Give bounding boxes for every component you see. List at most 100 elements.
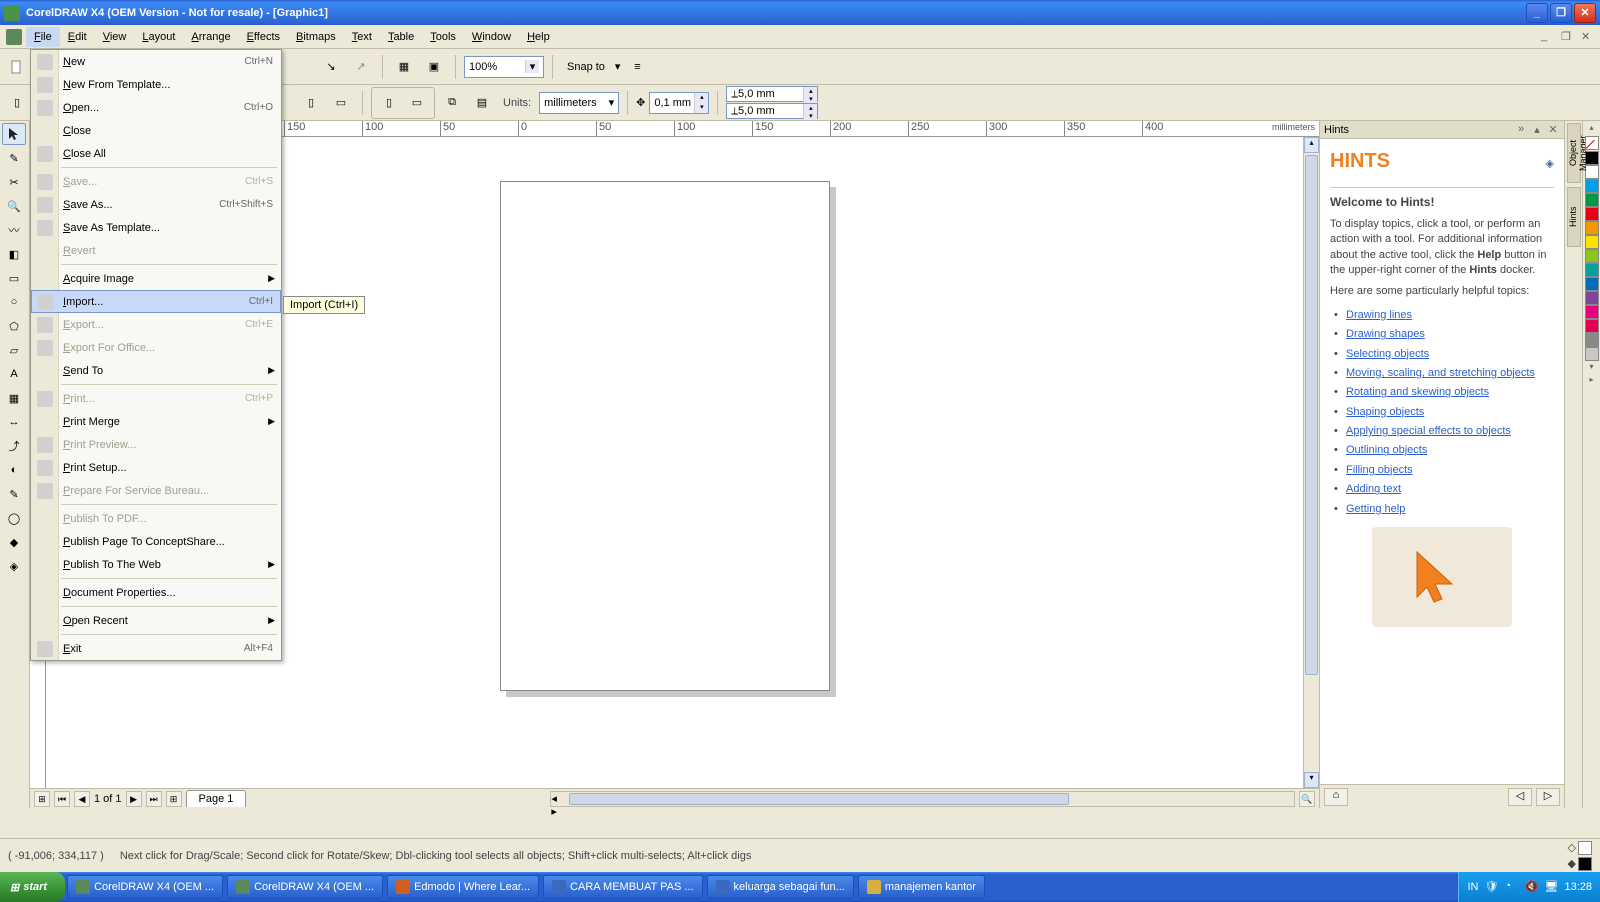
hints-forward-button[interactable]: ▷: [1536, 788, 1560, 806]
scroll-down-icon[interactable]: ▾: [1304, 772, 1319, 788]
hints-link[interactable]: Rotating and skewing objects: [1346, 386, 1489, 398]
portrait-button[interactable]: ▯: [298, 90, 324, 116]
ellipse-tool[interactable]: ○: [2, 291, 26, 313]
menu-text[interactable]: Text: [344, 27, 380, 47]
tray-monitor-icon[interactable]: 🖥: [1544, 880, 1558, 894]
duplicate-pages-icon[interactable]: ⧉: [439, 90, 465, 116]
taskbar-item[interactable]: CorelDRAW X4 (OEM ...: [67, 875, 223, 899]
zoom-tool[interactable]: 🔍: [2, 195, 26, 217]
snap-label[interactable]: Snap to: [561, 61, 611, 73]
connector-tool[interactable]: ⤴: [2, 435, 26, 457]
color-swatch[interactable]: [1585, 193, 1599, 207]
import-button[interactable]: ↘: [318, 54, 344, 80]
interactive-fill-tool[interactable]: ◈: [2, 555, 26, 577]
taskbar-item[interactable]: keluarga sebagai fun...: [707, 875, 854, 899]
file-menu-close[interactable]: Close: [31, 119, 281, 142]
taskbar-item[interactable]: manajemen kantor: [858, 875, 985, 899]
page-options-icon[interactable]: ▤: [469, 90, 495, 116]
dropdown-icon[interactable]: ▾: [615, 60, 621, 73]
docker-tab-hints[interactable]: Hints: [1567, 187, 1581, 247]
system-tray[interactable]: IN 🛡 ◔ 🔇 🖥 13:28: [1458, 872, 1600, 902]
color-swatch[interactable]: [1585, 305, 1599, 319]
hints-link[interactable]: Outlining objects: [1346, 444, 1427, 456]
menu-view[interactable]: View: [95, 27, 135, 47]
outline-indicator[interactable]: [1578, 857, 1592, 871]
color-swatch[interactable]: [1585, 277, 1599, 291]
taskbar-item[interactable]: Edmodo | Where Lear...: [387, 875, 539, 899]
palette-down-icon[interactable]: ▾: [1589, 362, 1593, 374]
taskbar-item[interactable]: CorelDRAW X4 (OEM ...: [227, 875, 383, 899]
scroll-thumb[interactable]: [1305, 155, 1318, 675]
export-button[interactable]: ↗: [348, 54, 374, 80]
menu-edit[interactable]: Edit: [60, 27, 95, 47]
file-menu-save-as-template[interactable]: Save As Template...: [31, 216, 281, 239]
paper-size-button[interactable]: ▯: [4, 90, 30, 116]
polygon-tool[interactable]: ⬠: [2, 315, 26, 337]
docker-close-icon[interactable]: ✕: [1546, 123, 1560, 137]
crop-tool[interactable]: ✂: [2, 171, 26, 193]
start-button[interactable]: ⊞start: [0, 872, 65, 902]
color-swatch[interactable]: [1585, 235, 1599, 249]
hints-link[interactable]: Selecting objects: [1346, 348, 1429, 360]
docker-tab-object-manager[interactable]: Object Manager: [1567, 123, 1581, 183]
hints-link[interactable]: Getting help: [1346, 503, 1405, 515]
welcome-button[interactable]: ▣: [421, 54, 447, 80]
duplicate-x-input[interactable]: ⟂ 5,0 mm▴▾: [726, 86, 818, 102]
dropdown-icon[interactable]: ▾: [609, 96, 615, 109]
doc-restore-icon[interactable]: ❐: [1561, 30, 1575, 44]
menu-window[interactable]: Window: [464, 27, 519, 47]
menu-table[interactable]: Table: [380, 27, 422, 47]
color-swatch[interactable]: [1585, 263, 1599, 277]
smart-fill-tool[interactable]: ◧: [2, 243, 26, 265]
scroll-left-icon[interactable]: ◂: [551, 792, 567, 805]
file-menu-exit[interactable]: ExitAlt+F4: [31, 637, 281, 660]
scrollbar-horizontal[interactable]: ◂ ▸: [550, 791, 1295, 807]
add-page-button[interactable]: ⊞: [34, 791, 50, 807]
last-page-button[interactable]: ⏭: [146, 791, 162, 807]
app-launcher-button[interactable]: ▦: [391, 54, 417, 80]
table-tool[interactable]: ▦: [2, 387, 26, 409]
basic-shapes-tool[interactable]: ▱: [2, 339, 26, 361]
fill-indicator[interactable]: [1578, 841, 1592, 855]
menu-tools[interactable]: Tools: [422, 27, 464, 47]
color-swatch[interactable]: [1585, 319, 1599, 333]
no-fill-swatch[interactable]: [1585, 136, 1599, 150]
freehand-tool[interactable]: 〰: [2, 219, 26, 241]
blend-tool[interactable]: ◐: [2, 459, 26, 481]
file-menu-publish-page-to-conceptshare[interactable]: Publish Page To ConceptShare...: [31, 530, 281, 553]
help-icon[interactable]: ◈: [1546, 157, 1554, 172]
scrollbar-vertical[interactable]: ▴ ▾: [1303, 137, 1319, 788]
scroll-up-icon[interactable]: ▴: [1304, 137, 1319, 153]
menu-file[interactable]: File: [26, 27, 60, 47]
single-page-icon[interactable]: ▭: [404, 90, 430, 116]
units-combo[interactable]: millimeters▾: [539, 92, 619, 114]
docker-menu-icon[interactable]: ▴: [1530, 123, 1544, 137]
page-tab[interactable]: Page 1: [186, 790, 247, 807]
file-menu-open[interactable]: Open...Ctrl+O: [31, 96, 281, 119]
zoom-combo[interactable]: 100%▾: [464, 56, 544, 78]
duplicate-y-input[interactable]: ⟂ 5,0 mm▴▾: [726, 103, 818, 119]
file-menu-send-to[interactable]: Send To▶: [31, 359, 281, 382]
file-menu-print-setup[interactable]: Print Setup...: [31, 456, 281, 479]
color-swatch[interactable]: [1585, 333, 1599, 347]
color-swatch[interactable]: [1585, 291, 1599, 305]
file-menu-document-properties[interactable]: Document Properties...: [31, 581, 281, 604]
file-menu-new-from-template[interactable]: New From Template...: [31, 73, 281, 96]
doc-minimize-icon[interactable]: _: [1541, 30, 1555, 44]
palette-flyout-icon[interactable]: ▸: [1589, 375, 1593, 387]
zoom-out-icon[interactable]: 🔍: [1299, 791, 1315, 807]
scroll-right-icon[interactable]: ▸: [551, 805, 567, 818]
options-button[interactable]: ≡: [624, 54, 650, 80]
hints-home-button[interactable]: ⌂: [1324, 788, 1348, 806]
hints-link[interactable]: Drawing lines: [1346, 309, 1412, 321]
tray-network-icon[interactable]: ◔: [1504, 880, 1518, 894]
nudge-distance-input[interactable]: 0,1 mm▴▾: [649, 92, 709, 114]
menu-effects[interactable]: Effects: [239, 27, 288, 47]
fill-tool[interactable]: ◆: [2, 531, 26, 553]
color-swatch[interactable]: [1585, 347, 1599, 361]
file-menu-open-recent[interactable]: Open Recent▶: [31, 609, 281, 632]
hints-back-button[interactable]: ◁: [1508, 788, 1532, 806]
file-menu-save-as[interactable]: Save As...Ctrl+Shift+S: [31, 193, 281, 216]
hints-link[interactable]: Moving, scaling, and stretching objects: [1346, 367, 1535, 379]
hints-link[interactable]: Shaping objects: [1346, 406, 1424, 418]
